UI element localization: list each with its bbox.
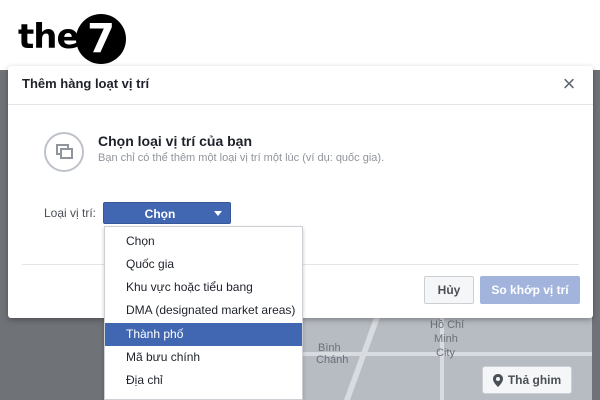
map-label: Chánh — [316, 354, 349, 366]
brand-logo: the 7 — [0, 0, 600, 70]
map-pin-icon — [492, 373, 503, 387]
dropdown-option-city[interactable]: Thành phố — [105, 323, 302, 346]
location-type-icon — [44, 132, 84, 172]
section-description: Bạn chỉ có thể thêm một loại vị trí một … — [98, 152, 385, 164]
drop-pin-label: Thả ghim — [507, 373, 562, 387]
chevron-down-icon — [214, 211, 222, 216]
logo-text: the — [18, 17, 80, 57]
section-title: Chọn loại vị trí của bạn — [98, 133, 253, 149]
map-label: Bình — [318, 342, 341, 354]
match-locations-button[interactable]: So khớp vị trí — [480, 276, 580, 304]
location-type-dropdown: Chọn Quốc gia Khu vực hoặc tiểu bang DMA… — [104, 226, 303, 400]
dropdown-option-region[interactable]: Khu vực hoặc tiểu bang — [105, 276, 302, 299]
dropdown-option-address[interactable]: Địa chỉ — [105, 369, 302, 392]
map-label: Hồ Chí — [430, 319, 465, 331]
drop-pin-button[interactable]: Thả ghim — [482, 366, 572, 394]
dropdown-option-choose[interactable]: Chọn — [105, 230, 302, 253]
map-label: Minh — [434, 333, 458, 345]
logo-numeral: 7 — [87, 16, 115, 62]
dialog-header: Thêm hàng loạt vị trí × — [8, 66, 593, 105]
location-type-select[interactable]: Chọn — [103, 202, 231, 224]
dropdown-option-dma[interactable]: DMA (designated market areas) — [105, 299, 302, 322]
select-value: Chọn — [144, 207, 176, 221]
dialog-title: Thêm hàng loạt vị trí — [22, 76, 150, 91]
cancel-button[interactable]: Hủy — [424, 276, 474, 304]
close-icon[interactable]: × — [557, 72, 581, 96]
map-road — [343, 312, 383, 400]
location-type-label: Loại vị trí: — [44, 206, 97, 220]
logo-circle: 7 — [76, 14, 126, 64]
icon-square-front — [60, 148, 73, 159]
map-label: City — [436, 347, 455, 359]
dropdown-option-country[interactable]: Quốc gia — [105, 253, 302, 276]
dropdown-option-postal-code[interactable]: Mã bưu chính — [105, 346, 302, 369]
